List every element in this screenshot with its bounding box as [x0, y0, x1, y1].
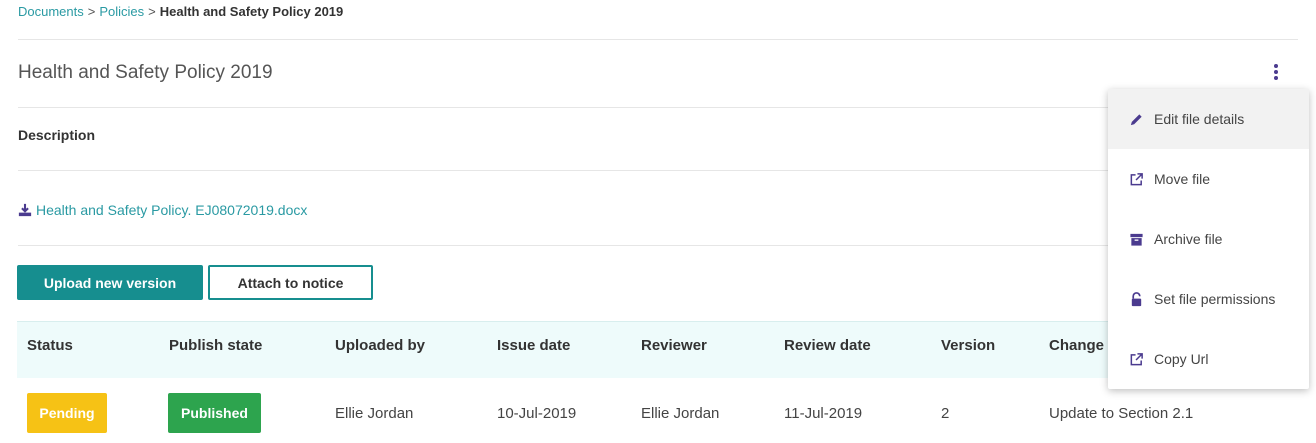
external-link-icon — [1128, 171, 1144, 187]
column-header-version: Version — [941, 337, 996, 354]
menu-item-set-file-permissions[interactable]: Set file permissions — [1108, 269, 1309, 329]
review-date-cell: 11-Jul-2019 — [784, 405, 863, 422]
file-options-menu: Edit file details Move file Archive file… — [1108, 89, 1309, 389]
breadcrumb-policies[interactable]: Policies — [99, 4, 144, 19]
file-name: Health and Safety Policy. EJ08072019.doc… — [36, 202, 308, 218]
column-header-issue-date: Issue date — [497, 337, 571, 354]
column-header-review-date: Review date — [784, 337, 871, 354]
breadcrumb: Documents > Policies > Health and Safety Pol… — [18, 4, 343, 19]
reviewer-cell: Ellie Jordan — [641, 405, 720, 422]
breadcrumb-documents[interactable]: Documents — [18, 4, 84, 19]
version-cell: 2 — [941, 405, 950, 422]
divider — [18, 245, 1298, 246]
divider — [18, 107, 1298, 108]
menu-item-edit-file-details[interactable]: Edit file details — [1108, 89, 1309, 149]
more-options-icon[interactable] — [1270, 64, 1282, 82]
menu-item-copy-url[interactable]: Copy Url — [1108, 329, 1309, 389]
uploaded-by-cell: Ellie Jordan — [335, 405, 414, 422]
menu-item-archive-file[interactable]: Archive file — [1108, 209, 1309, 269]
column-header-uploaded-by: Uploaded by — [335, 337, 426, 354]
archive-icon — [1128, 231, 1144, 247]
issue-date-cell: 10-Jul-2019 — [497, 405, 577, 422]
table-header: Status Publish state Uploaded by Issue d… — [17, 321, 1299, 378]
menu-item-label: Copy Url — [1154, 351, 1209, 367]
divider — [18, 170, 1298, 171]
column-header-change: Change — [1049, 337, 1105, 354]
column-header-publish-state: Publish state — [169, 337, 263, 354]
file-download-link[interactable]: Health and Safety Policy. EJ08072019.doc… — [18, 202, 307, 218]
external-link-icon — [1128, 351, 1144, 367]
pencil-icon — [1128, 111, 1144, 127]
upload-new-version-button[interactable]: Upload new version — [17, 265, 203, 300]
breadcrumb-separator: > — [148, 4, 156, 19]
column-header-status: Status — [27, 337, 73, 354]
lock-icon — [1128, 291, 1144, 307]
menu-item-label: Edit file details — [1154, 111, 1245, 127]
attach-to-notice-button[interactable]: Attach to notice — [208, 265, 373, 300]
page-title: Health and Safety Policy 2019 — [18, 62, 273, 83]
breadcrumb-current: Health and Safety Policy 2019 — [159, 4, 344, 19]
menu-item-label: Archive file — [1154, 231, 1223, 247]
change-cell: Update to Section 2.1 — [1049, 405, 1194, 422]
description-label: Description — [18, 127, 96, 143]
publish-state-badge: Published — [168, 393, 261, 433]
breadcrumb-separator: > — [87, 4, 96, 19]
menu-item-label: Move file — [1154, 171, 1211, 187]
divider — [18, 39, 1298, 40]
menu-item-label: Set file permissions — [1154, 291, 1276, 307]
column-header-reviewer: Reviewer — [641, 337, 707, 354]
menu-item-move-file[interactable]: Move file — [1108, 149, 1309, 209]
download-icon — [18, 203, 32, 217]
status-badge: Pending — [27, 393, 107, 433]
